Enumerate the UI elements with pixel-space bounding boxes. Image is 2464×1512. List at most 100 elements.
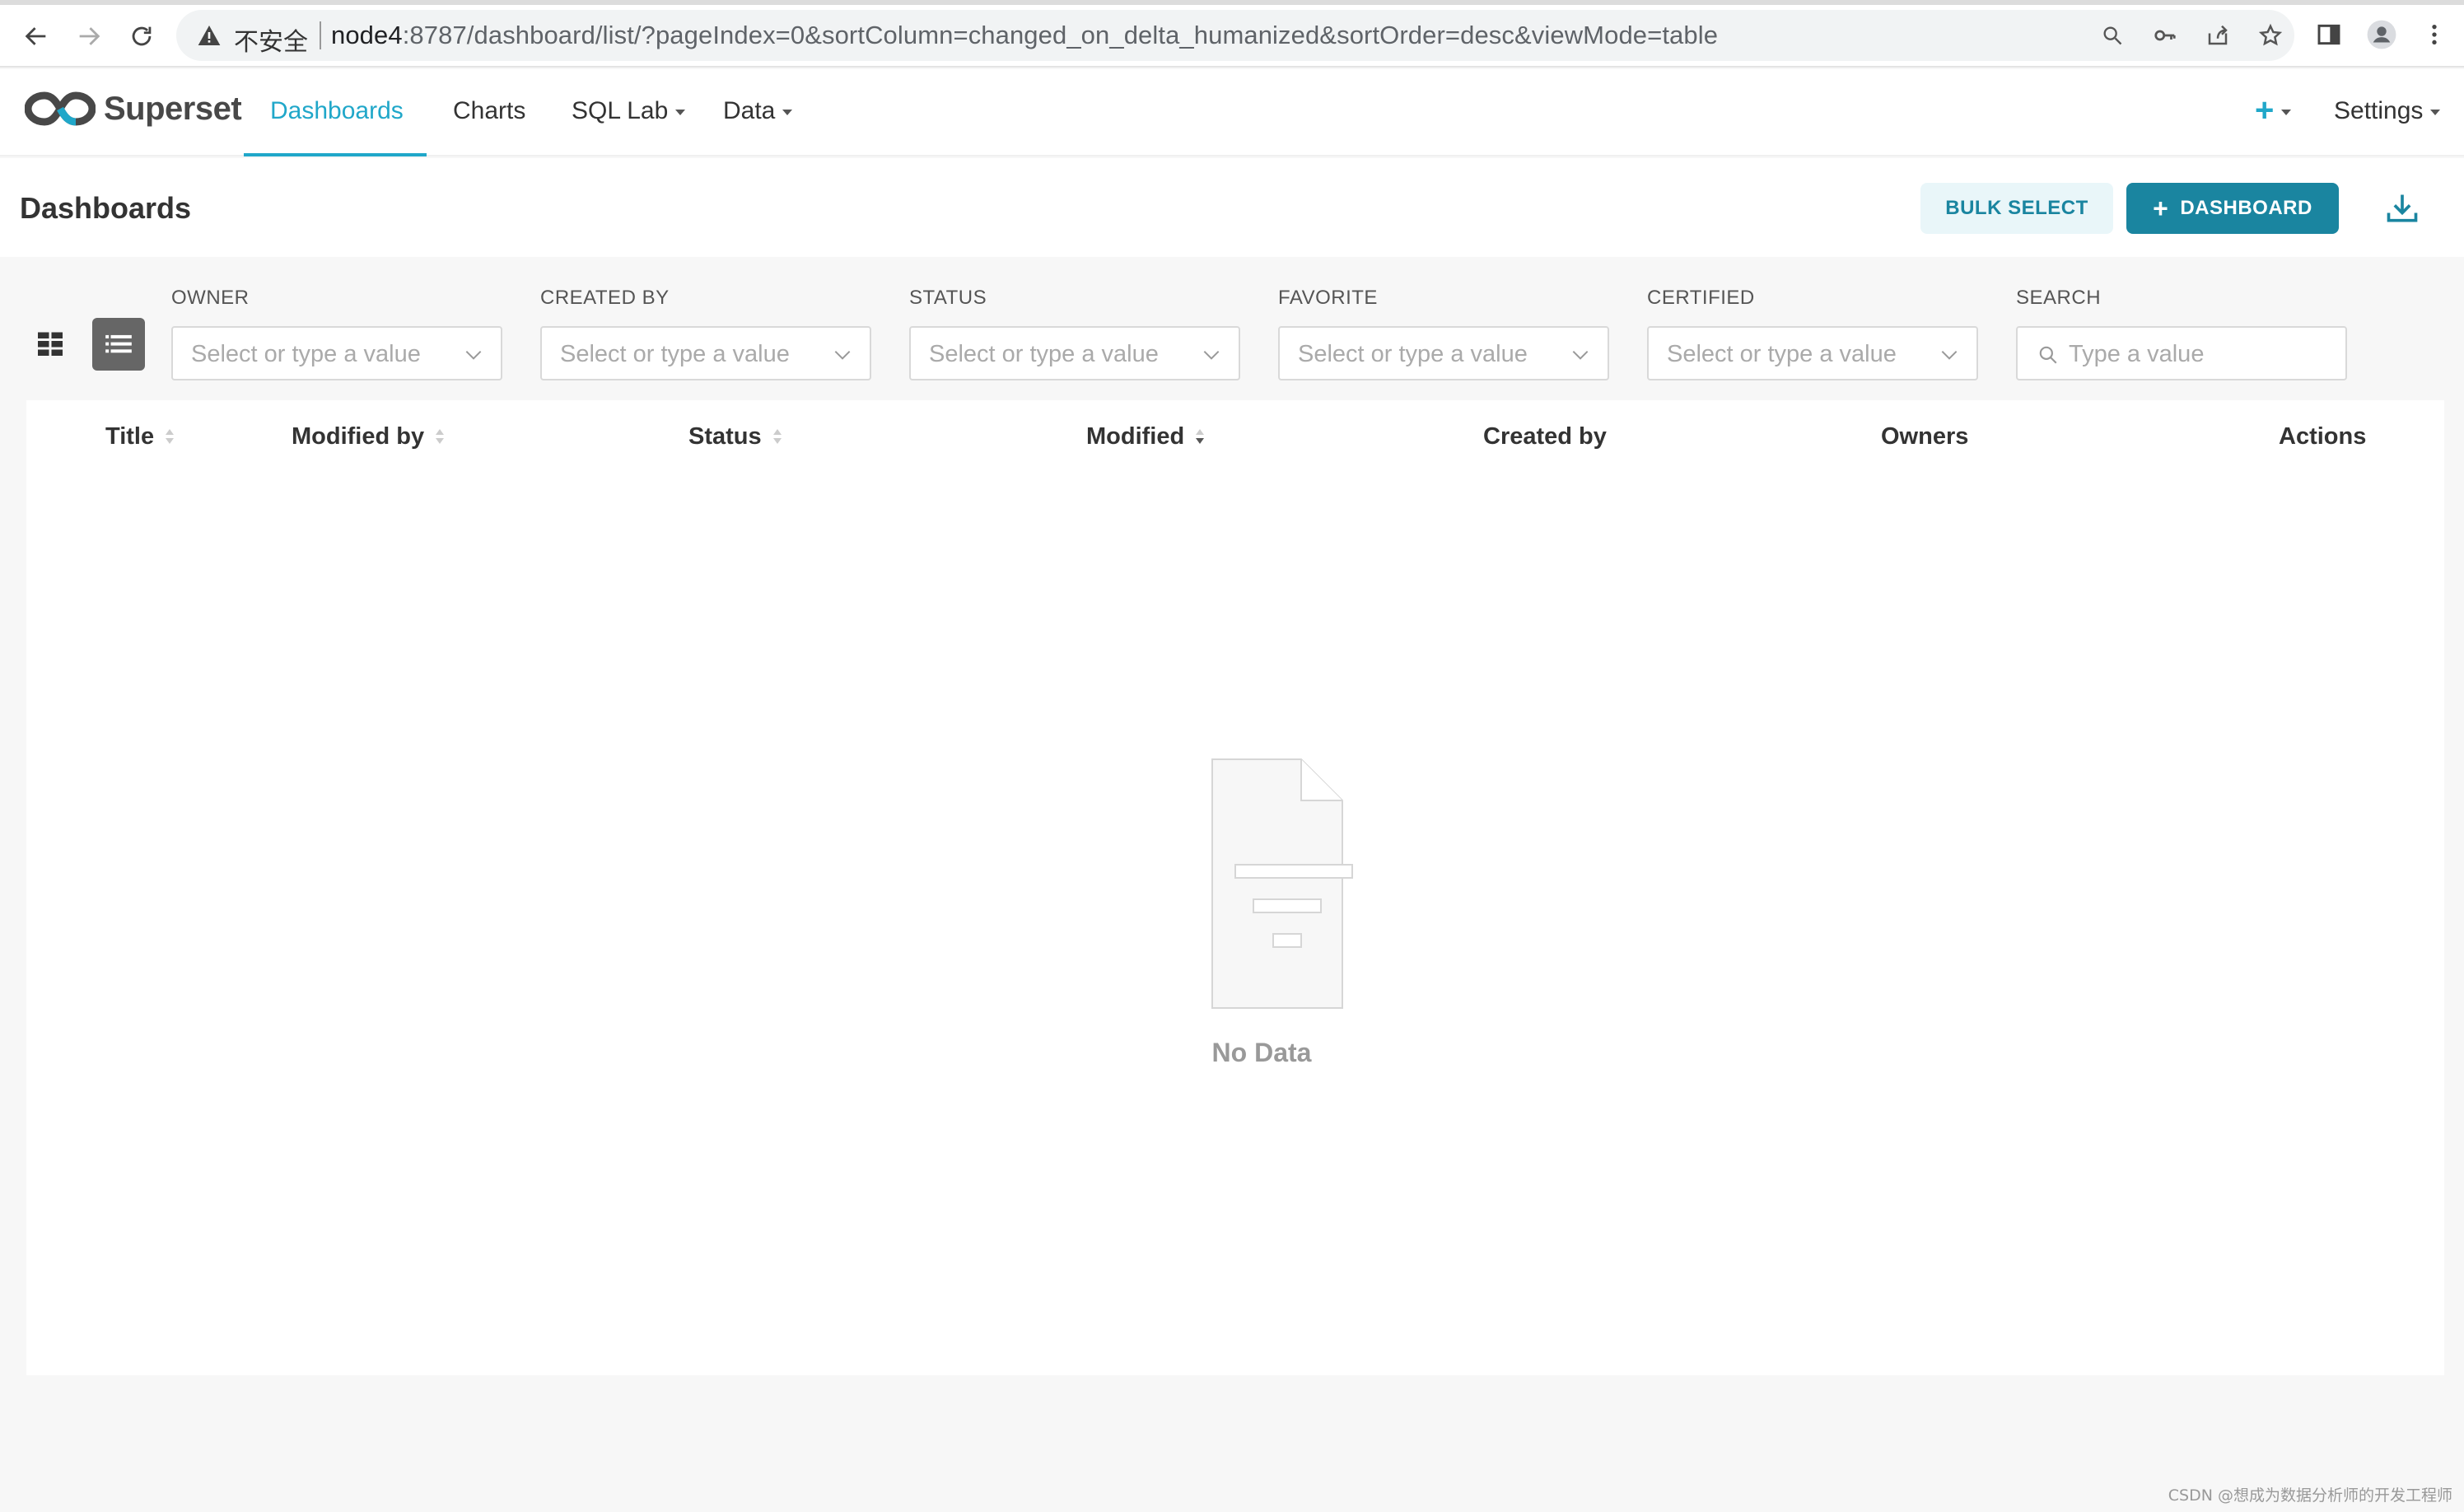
card-view-toggle[interactable] xyxy=(25,318,76,369)
chevron-down-icon xyxy=(834,350,851,360)
search-input[interactable] xyxy=(2069,334,2332,374)
empty-document-icon xyxy=(1211,758,1353,1009)
column-header-created-by: Created by xyxy=(1483,423,1607,450)
favorite-filter-label: FAVORITE xyxy=(1278,287,1378,309)
zoom-search-button[interactable] xyxy=(2098,21,2126,49)
active-tab-indicator xyxy=(244,153,427,156)
sort-icon xyxy=(772,428,783,446)
column-header-modified-by[interactable]: Modified by xyxy=(292,423,446,450)
import-dashboard-button[interactable] xyxy=(2380,186,2424,231)
owner-filter: OWNER Select or type a value xyxy=(171,287,502,380)
back-button[interactable] xyxy=(18,18,54,54)
chevron-down-icon xyxy=(1941,350,1958,360)
share-button[interactable] xyxy=(2204,21,2232,49)
favorite-select[interactable]: Select or type a value xyxy=(1278,326,1609,380)
share-icon xyxy=(2208,25,2228,45)
superset-logo[interactable]: Superset xyxy=(25,89,242,128)
column-header-owners: Owners xyxy=(1881,423,1968,450)
owner-select-placeholder: Select or type a value xyxy=(191,341,421,367)
arrow-right-icon xyxy=(79,27,100,45)
bookmark-button[interactable] xyxy=(2256,21,2284,49)
reload-button[interactable] xyxy=(124,18,160,54)
column-actions-label: Actions xyxy=(2279,423,2367,450)
certified-filter-label: CERTIFIED xyxy=(1647,287,1755,309)
menu-sql-lab[interactable]: SQL Lab xyxy=(572,97,686,125)
menu-dashboards-label: Dashboards xyxy=(270,97,404,124)
add-dashboard-button[interactable]: + DASHBOARD xyxy=(2126,183,2339,234)
profile-button[interactable] xyxy=(2365,18,2398,51)
column-modified-by-label: Modified by xyxy=(292,423,425,450)
url-text[interactable]: node4:8787/dashboard/list/?pageIndex=0&s… xyxy=(331,21,1718,50)
caret-down-icon xyxy=(2281,109,2292,115)
created-by-select[interactable]: Select or type a value xyxy=(540,326,871,380)
side-panel-button[interactable] xyxy=(2312,18,2345,51)
menu-dashboards[interactable]: Dashboards xyxy=(270,97,404,125)
list-view-toggle[interactable] xyxy=(92,318,145,371)
search-field[interactable] xyxy=(2016,326,2347,380)
new-item-menu[interactable]: + xyxy=(2255,92,2292,129)
chevron-down-icon xyxy=(465,350,482,360)
menu-data-label: Data xyxy=(723,97,776,124)
magnifier-icon xyxy=(2103,26,2122,45)
dashboard-table: Title Modified by Status Modified Create… xyxy=(26,400,2444,1375)
password-key-button[interactable] xyxy=(2151,21,2179,49)
certified-select-placeholder: Select or type a value xyxy=(1667,341,1897,367)
menu-charts-label: Charts xyxy=(453,97,526,124)
certified-select[interactable]: Select or type a value xyxy=(1647,326,1978,380)
plus-icon: + xyxy=(2153,193,2169,223)
created-by-filter-label: CREATED BY xyxy=(540,287,670,309)
browser-menu-button[interactable] xyxy=(2418,18,2451,51)
page-title: Dashboards xyxy=(20,191,192,225)
column-modified-label: Modified xyxy=(1086,423,1185,450)
menu-charts[interactable]: Charts xyxy=(453,97,525,125)
bulk-select-button[interactable]: BULK SELECT xyxy=(1920,183,2113,234)
sort-icon xyxy=(166,428,175,446)
column-header-title[interactable]: Title xyxy=(105,423,175,450)
add-dashboard-label: DASHBOARD xyxy=(2180,197,2312,219)
column-title-label: Title xyxy=(105,423,155,450)
column-created-by-label: Created by xyxy=(1483,423,1607,450)
insecure-label[interactable]: 不安全 xyxy=(234,21,308,58)
brand-name: Superset xyxy=(104,90,242,127)
status-select[interactable]: Select or type a value xyxy=(909,326,1240,380)
kebab-menu-icon xyxy=(2432,25,2437,44)
arrow-left-icon xyxy=(25,27,46,45)
empty-state: No Data xyxy=(1130,758,1393,1067)
infinity-logo-icon xyxy=(25,91,96,126)
url-host: node4 xyxy=(331,21,403,49)
search-filter-label: SEARCH xyxy=(2016,287,2102,309)
list-icon xyxy=(105,334,132,353)
browser-toolbar: 不安全 node4:8787/dashboard/list/?pageIndex… xyxy=(0,0,2464,68)
grid-icon xyxy=(38,332,63,356)
created-by-filter: CREATED BY Select or type a value xyxy=(540,287,871,380)
avatar-icon xyxy=(2367,20,2396,49)
search-icon xyxy=(2039,346,2057,364)
forward-button[interactable] xyxy=(71,18,107,54)
address-bar[interactable]: 不安全 node4:8787/dashboard/list/?pageIndex… xyxy=(176,10,2294,61)
app-navbar: Superset Dashboards Charts SQL Lab Data … xyxy=(0,69,2464,156)
sort-icon xyxy=(436,428,446,446)
watermark-text: CSDN @想成为数据分析师的开发工程师 xyxy=(2168,1486,2452,1505)
plus-icon: + xyxy=(2255,92,2275,128)
status-select-placeholder: Select or type a value xyxy=(929,341,1159,367)
search-filter: SEARCH xyxy=(2016,287,2347,380)
certified-filter: CERTIFIED Select or type a value xyxy=(1647,287,1978,380)
column-header-actions: Actions xyxy=(2279,423,2366,450)
menu-settings[interactable]: Settings xyxy=(2334,97,2441,125)
column-header-status[interactable]: Status xyxy=(688,423,783,450)
tab-strip-edge xyxy=(0,0,2464,5)
column-header-modified[interactable]: Modified xyxy=(1086,423,1206,450)
menu-data[interactable]: Data xyxy=(723,97,793,125)
created-by-select-placeholder: Select or type a value xyxy=(560,341,790,367)
owner-select[interactable]: Select or type a value xyxy=(171,326,502,380)
reload-icon xyxy=(132,26,152,46)
sort-desc-icon xyxy=(1196,428,1206,446)
menu-sql-lab-label: SQL Lab xyxy=(572,97,669,124)
url-path: :8787/dashboard/list/?pageIndex=0&sortCo… xyxy=(402,21,1719,49)
warning-icon xyxy=(198,26,221,45)
column-status-label: Status xyxy=(688,423,762,450)
favorite-filter: FAVORITE Select or type a value xyxy=(1278,287,1609,380)
star-icon xyxy=(2258,23,2283,46)
menu-settings-label: Settings xyxy=(2334,97,2424,124)
filter-bar: OWNER Select or type a value CREATED BY … xyxy=(0,257,2464,397)
